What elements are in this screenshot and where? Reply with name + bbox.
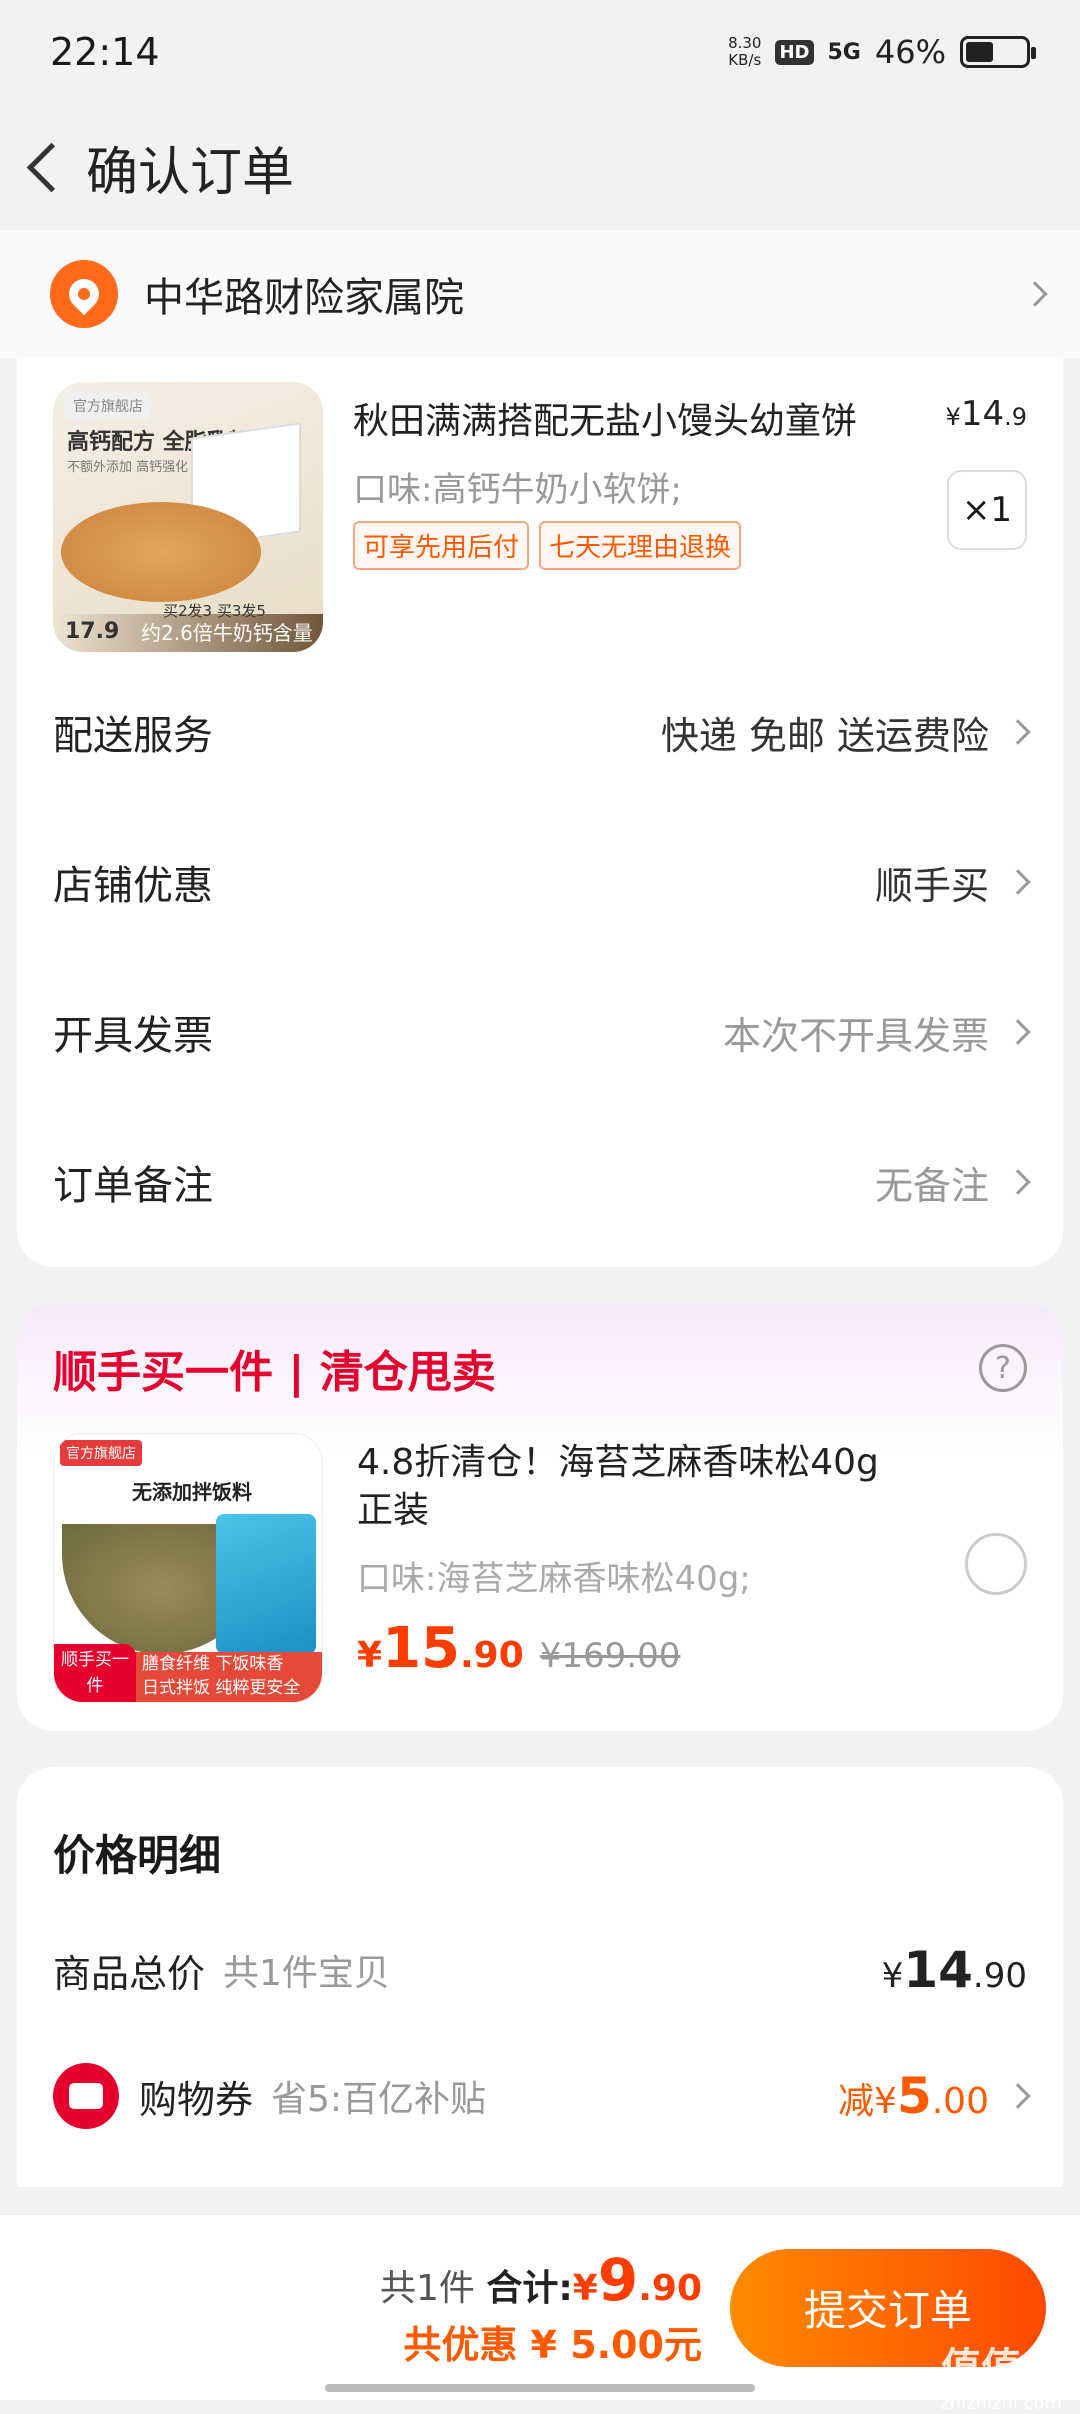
addon-select-radio[interactable] — [965, 1533, 1027, 1595]
hd-icon: HD — [775, 39, 814, 65]
status-bar: 22:14 8.30 KB/s HD 5G 46% — [0, 0, 1080, 104]
address-text: 中华路财险家属院 — [144, 275, 464, 321]
totals: 共1件 合计:¥9.90 共优惠 ¥ 5.00元 — [380, 2246, 702, 2367]
chevron-right-icon — [1022, 281, 1048, 307]
checkout-bar: 共1件 合计:¥9.90 共优惠 ¥ 5.00元 提交订单 — [0, 2214, 1080, 2400]
chevron-right-icon — [1005, 1019, 1031, 1045]
status-time: 22:14 — [50, 30, 160, 74]
order-card: 官方旗舰店 高钙配方 全脂乳粉 不额外添加 高钙强化 买2发3 买3发5 约2.… — [17, 358, 1063, 1267]
battery-icon — [960, 36, 1036, 68]
product-image[interactable]: 官方旗舰店 高钙配方 全脂乳粉 不额外添加 高钙强化 买2发3 买3发5 约2.… — [53, 382, 323, 652]
product-title: 秋田满满搭配无盐小馒头幼童饼 — [353, 401, 858, 442]
page-title: 确认订单 — [86, 142, 295, 203]
signal-icon: 5G — [827, 39, 861, 65]
addon-card: 顺手买一件 | 清仓甩卖 ? 官方旗舰店 无添加拌饭料 膳食纤维 下饭味香 日式拌… — [17, 1303, 1063, 1731]
help-icon[interactable]: ? — [979, 1344, 1027, 1392]
badge-pay-later: 可享先用后付 — [353, 521, 530, 570]
delivery-row[interactable]: 配送服务 快递 免邮 送运费险 — [53, 657, 1031, 807]
address-row[interactable]: 中华路财险家属院 — [0, 230, 1080, 358]
addon-original-price: ¥169.00 — [539, 1636, 681, 1676]
coupon-icon — [53, 2063, 119, 2129]
back-icon[interactable] — [14, 138, 72, 196]
chevron-right-icon — [1005, 719, 1031, 745]
order-note-row[interactable]: 订单备注 无备注 — [53, 1107, 1031, 1257]
total-saving: 共优惠 ¥ 5.00元 — [403, 2323, 702, 2367]
addon-product-spec: 口味:海苔芝麻香味松40g; — [357, 1559, 751, 1599]
product-spec[interactable]: 口味:高钙牛奶小软饼; — [353, 462, 1027, 511]
home-indicator[interactable] — [325, 2384, 755, 2392]
chevron-right-icon — [1005, 869, 1031, 895]
nav-bar: 确认订单 — [0, 104, 1080, 230]
shop-discount-row[interactable]: 店铺优惠 顺手买 — [53, 807, 1031, 957]
location-pin-icon — [50, 260, 118, 328]
chevron-right-icon — [1005, 2083, 1031, 2109]
addon-product-title: 4.8折清仓！海苔芝麻香味松40g正装 — [357, 1442, 879, 1531]
price-detail-title: 价格明细 — [53, 1830, 222, 1880]
coupon-row[interactable]: 购物券 省5:百亿补贴 减¥5.00 — [53, 2033, 1031, 2159]
product-price: ¥14.9 — [945, 394, 1027, 434]
product-item[interactable]: 官方旗舰店 高钙配方 全脂乳粉 不额外添加 高钙强化 买2发3 买3发5 约2.… — [53, 382, 1027, 657]
goods-total-row: 商品总价 共1件宝贝 ¥14.90 — [53, 1941, 1027, 1999]
badge-return: 七天无理由退换 — [539, 521, 742, 570]
quantity-stepper[interactable]: ×1 — [947, 470, 1027, 550]
watermark: 值值值 zhizhizhi.com — [940, 2345, 1062, 2414]
addon-price: ¥15.90 ¥169.00 — [357, 1616, 681, 1681]
service-badges: 可享先用后付 七天无理由退换 — [353, 521, 1027, 570]
biscuit-plate-graphic — [61, 502, 261, 602]
status-icons: 8.30 KB/s HD 5G 46% — [728, 33, 1036, 71]
goods-total-amount: ¥14.90 — [881, 1941, 1027, 1999]
addon-product[interactable]: 官方旗舰店 无添加拌饭料 膳食纤维 下饭味香 日式拌饭 纯粹更安全 顺手买一件 4… — [53, 1433, 1027, 1703]
coupon-discount: 减¥5.00 — [838, 2067, 1031, 2125]
invoice-row[interactable]: 开具发票 本次不开具发票 — [53, 957, 1031, 1107]
battery-percent: 46% — [874, 33, 946, 71]
package-graphic — [216, 1514, 316, 1654]
chevron-right-icon — [1005, 1169, 1031, 1195]
price-detail-card: 价格明细 商品总价 共1件宝贝 ¥14.90 购物券 省5:百亿补贴 减¥5.00 — [17, 1767, 1063, 2187]
addon-title: 顺手买一件 | 清仓甩卖 — [53, 1347, 496, 1398]
net-speed: 8.30 KB/s — [728, 34, 762, 69]
addon-product-image[interactable]: 官方旗舰店 无添加拌饭料 膳食纤维 下饭味香 日式拌饭 纯粹更安全 顺手买一件 — [53, 1433, 323, 1703]
